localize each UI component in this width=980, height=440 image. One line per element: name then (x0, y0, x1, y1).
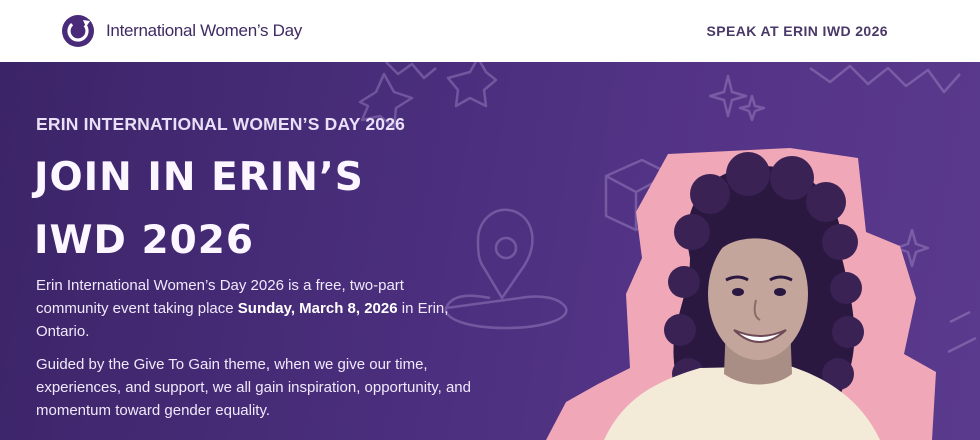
star-doodle (446, 62, 498, 108)
location-pin-doodle (476, 208, 534, 300)
hero-section: ERIN INTERNATIONAL WOMEN’S DAY 2026 JOIN… (0, 62, 980, 440)
sparkle-doodle (738, 94, 766, 122)
iwd-logo-icon (62, 15, 94, 47)
event-description: Erin International Women’s Day 2026 is a… (36, 274, 476, 343)
hero-headline: JOIN IN ERIN’S IWD 2026 (34, 146, 454, 272)
logo-text: International Women’s Day (106, 21, 302, 40)
event-date: Sunday, March 8, 2026 (237, 300, 398, 317)
sparkle-doodle (708, 74, 748, 118)
zigzag-doodle (385, 62, 437, 80)
iwd-logo[interactable]: International Women’s Day (60, 13, 302, 49)
theme-description: Guided by the Give To Gain theme, when w… (36, 356, 471, 419)
hero-eyebrow: ERIN INTERNATIONAL WOMEN’S DAY 2026 (36, 114, 406, 134)
zigzag-doodle (809, 64, 961, 94)
location-pin-center-doodle (494, 236, 518, 260)
line-doodle (947, 310, 977, 354)
speak-at-erin-link[interactable]: SPEAK AT ERIN IWD 2026 (706, 23, 888, 39)
headline-line-1: JOIN IN ERIN’S (34, 155, 364, 200)
headline-line-2: IWD 2026 (34, 218, 255, 263)
top-navbar: International Women’s Day SPEAK AT ERIN … (0, 0, 980, 62)
